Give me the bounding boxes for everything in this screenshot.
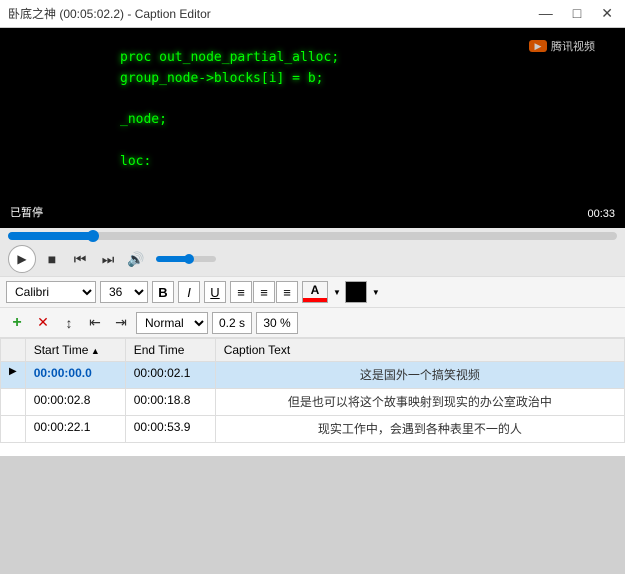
font-color-swatch[interactable]: A	[302, 281, 328, 303]
align-group: ≡ ≡ ≡	[230, 281, 298, 303]
video-status: 已暂停	[10, 204, 43, 220]
main-content: proc out_node_partial_alloc; group_node-…	[0, 28, 625, 574]
table-row[interactable]: ▶ 00:00:00.0 00:00:02.1 这是国外一个搞笑视频	[1, 362, 625, 389]
caption-toolbar: + ✕ ↕ ⇤ ⇥ Normal Title Subtitle	[0, 308, 625, 338]
bottom-empty-area	[0, 456, 625, 574]
end-time-1: 00:00:02.1	[125, 362, 215, 389]
code-line-1: proc out_node_partial_alloc;	[120, 48, 339, 69]
indent-left-button[interactable]: ⇤	[84, 312, 106, 334]
end-time-3: 00:00:53.9	[125, 416, 215, 443]
caption-table-body: ▶ 00:00:00.0 00:00:02.1 这是国外一个搞笑视频 00:00…	[1, 362, 625, 443]
code-line-6: loc:	[120, 152, 339, 173]
progress-thumb[interactable]	[87, 230, 99, 242]
window-controls: — □ ✕	[535, 5, 617, 22]
controls-row: ▶ ■ ⏮ ⏭ 🔊	[0, 242, 625, 276]
table-row[interactable]: 00:00:22.1 00:00:53.9 现实工作中，会遇到各种表里不一的人	[1, 416, 625, 443]
format-toolbar: Calibri 36 B I U ≡ ≡ ≡ A ▼ ▼	[0, 276, 625, 308]
indent-right-button[interactable]: ⇥	[110, 312, 132, 334]
sort-caption-button[interactable]: ↕	[58, 312, 80, 334]
code-line-3	[120, 90, 339, 111]
caption-text-2: 但是也可以将这个故事映射到现实的办公室政治中	[215, 389, 624, 416]
close-button[interactable]: ✕	[597, 5, 617, 22]
title-bar: 卧底之神 (00:05:02.2) - Caption Editor — □ ✕	[0, 0, 625, 28]
bg-color-dropdown-arrow[interactable]: ▼	[372, 288, 380, 297]
table-row[interactable]: 00:00:02.8 00:00:18.8 但是也可以将这个故事映射到现实的办公…	[1, 389, 625, 416]
col-end-time-header[interactable]: End Time	[125, 339, 215, 362]
watermark-icon: ▶	[529, 40, 547, 52]
bold-button[interactable]: B	[152, 281, 174, 303]
col-arrow-header	[1, 339, 26, 362]
stop-button[interactable]: ■	[40, 247, 64, 271]
video-watermark: ▶ 腾讯视频	[529, 38, 595, 54]
delete-caption-button[interactable]: ✕	[32, 312, 54, 334]
maximize-button[interactable]: □	[569, 5, 585, 22]
code-line-2: group_node->blocks[i] = b;	[120, 69, 339, 90]
watermark-text: 腾讯视频	[551, 38, 595, 54]
code-line-4: _node;	[120, 110, 339, 131]
video-code-overlay: proc out_node_partial_alloc; group_node-…	[120, 48, 339, 173]
row-arrow-1: ▶	[1, 362, 26, 389]
font-color-dropdown-arrow[interactable]: ▼	[333, 288, 341, 297]
video-player[interactable]: proc out_node_partial_alloc; group_node-…	[0, 28, 625, 228]
progress-bar-area	[0, 228, 625, 242]
caption-text-3: 现实工作中，会遇到各种表里不一的人	[215, 416, 624, 443]
minimize-button[interactable]: —	[535, 5, 557, 22]
caption-table: Start Time End Time Caption Text ▶ 00:00…	[0, 338, 625, 443]
position-percent-input[interactable]	[256, 312, 298, 334]
caption-text-1: 这是国外一个搞笑视频	[215, 362, 624, 389]
window-title: 卧底之神 (00:05:02.2) - Caption Editor	[8, 5, 211, 22]
font-color-underline	[303, 298, 327, 302]
code-line-5	[120, 131, 339, 152]
style-select[interactable]: Normal Title Subtitle	[136, 312, 208, 334]
col-start-time-header[interactable]: Start Time	[25, 339, 125, 362]
font-color-label: A	[303, 282, 327, 298]
start-time-2: 00:00:02.8	[25, 389, 125, 416]
volume-button[interactable]: 🔊	[124, 247, 148, 271]
volume-thumb[interactable]	[184, 254, 194, 264]
start-time-1: 00:00:00.0	[25, 362, 125, 389]
start-time-3: 00:00:22.1	[25, 416, 125, 443]
prev-frame-button[interactable]: ⏮	[68, 247, 92, 271]
play-button[interactable]: ▶	[8, 245, 36, 273]
table-header: Start Time End Time Caption Text	[1, 339, 625, 362]
video-time: 00:33	[587, 208, 615, 220]
italic-button[interactable]: I	[178, 281, 200, 303]
row-arrow-3	[1, 416, 26, 443]
size-select[interactable]: 36	[100, 281, 148, 303]
end-time-2: 00:00:18.8	[125, 389, 215, 416]
progress-fill	[8, 232, 93, 240]
bg-color-swatch[interactable]	[345, 281, 367, 303]
row-arrow-2	[1, 389, 26, 416]
underline-button[interactable]: U	[204, 281, 226, 303]
font-select[interactable]: Calibri	[6, 281, 96, 303]
col-caption-text-header[interactable]: Caption Text	[215, 339, 624, 362]
table-section: Start Time End Time Caption Text ▶ 00:00…	[0, 338, 625, 574]
time-offset-input[interactable]	[212, 312, 252, 334]
align-right-button[interactable]: ≡	[276, 281, 298, 303]
caption-table-area[interactable]: Start Time End Time Caption Text ▶ 00:00…	[0, 338, 625, 456]
add-caption-button[interactable]: +	[6, 312, 28, 334]
progress-track[interactable]	[8, 232, 617, 240]
align-left-button[interactable]: ≡	[230, 281, 252, 303]
next-frame-button[interactable]: ⏭	[96, 247, 120, 271]
align-center-button[interactable]: ≡	[253, 281, 275, 303]
volume-track[interactable]	[156, 256, 216, 262]
